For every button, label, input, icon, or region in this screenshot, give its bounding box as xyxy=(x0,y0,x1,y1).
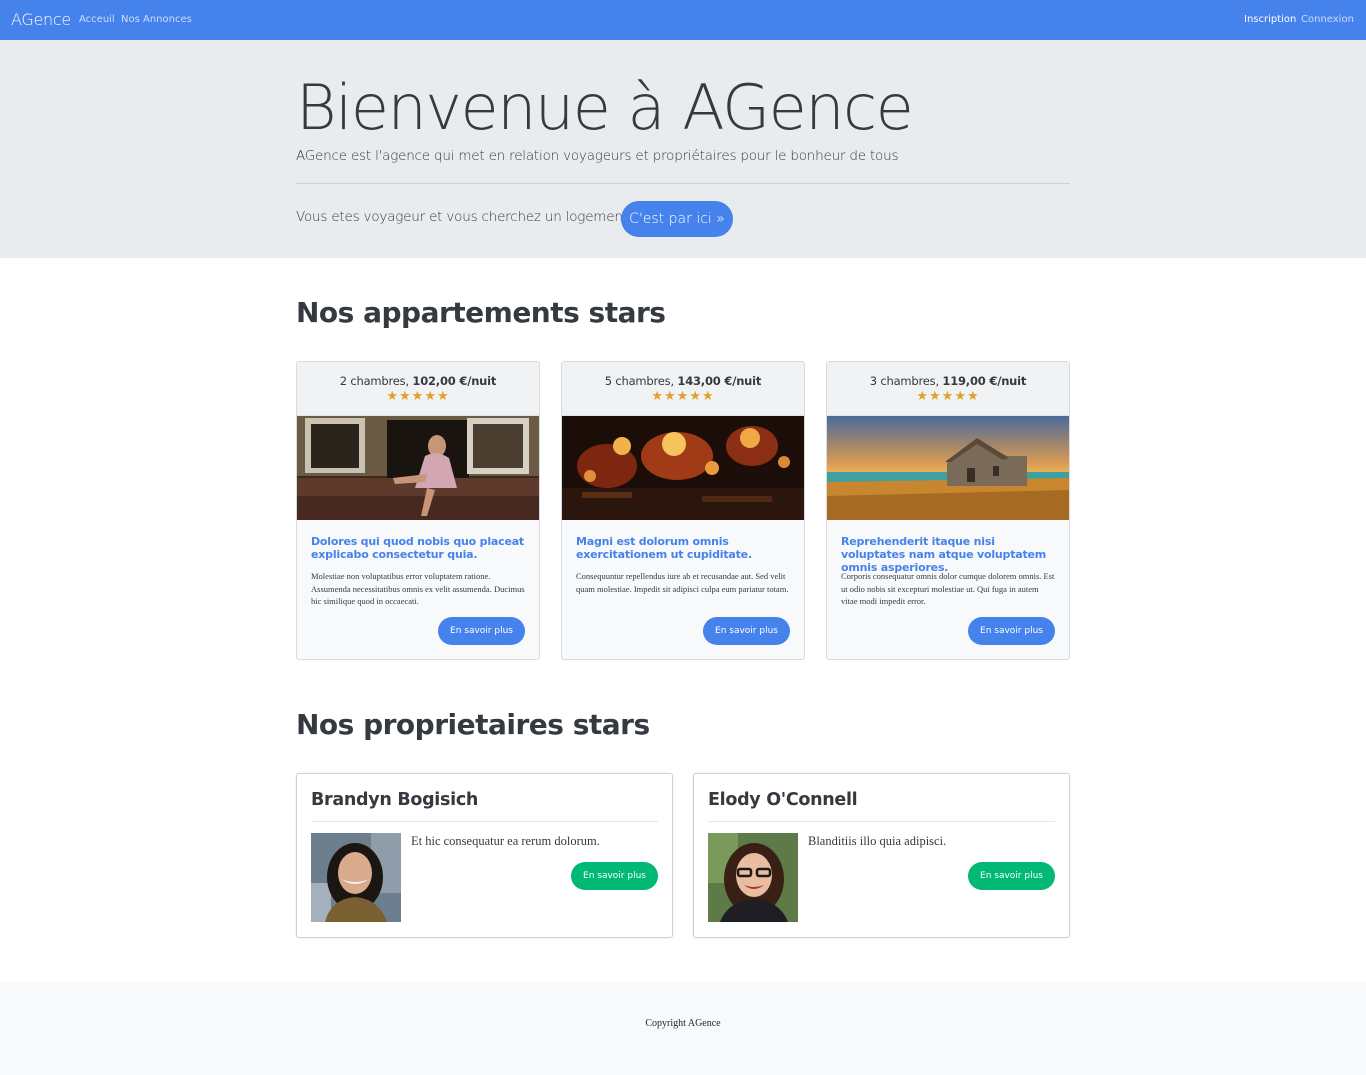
apartment-card: 5 chambres, 143,00 €/nuit ★★★★★ Magni es… xyxy=(561,361,805,660)
hero-lead: AGence est l'agence qui met en relation … xyxy=(296,148,899,164)
owner-quote: Et hic consequatur ea rerum dolorum. xyxy=(411,834,600,848)
owner-divider xyxy=(708,821,1055,822)
hero-cta-button[interactable]: C'est par ici » xyxy=(621,201,733,237)
hero-question: Vous etes voyageur et vous cherchez un l… xyxy=(296,209,635,225)
apartment-rooms: 5 chambres, xyxy=(604,374,674,388)
apartment-title-link[interactable]: Magni est dolorum omnis exercitationem u… xyxy=(576,535,792,561)
owner-more-button[interactable]: En savoir plus xyxy=(968,862,1055,890)
apartments-section-title: Nos appartements stars xyxy=(296,296,666,329)
owner-avatar xyxy=(311,833,401,922)
apartment-price: 143,00 €/nuit xyxy=(677,374,762,388)
owner-quote: Blanditiis illo quia adipisci. xyxy=(808,834,947,848)
apartment-price-line: 5 chambres, 143,00 €/nuit xyxy=(562,374,804,388)
star-rating-icon: ★★★★★ xyxy=(916,388,980,403)
apartment-price-line: 3 chambres, 119,00 €/nuit xyxy=(827,374,1069,388)
owner-avatar xyxy=(708,833,798,922)
apartment-card-header: 2 chambres, 102,00 €/nuit ★★★★★ xyxy=(297,362,539,416)
star-rating-icon: ★★★★★ xyxy=(386,388,450,403)
navbar: AGence Acceuil Nos Annonces Inscription … xyxy=(0,0,1366,40)
owners-section-title: Nos proprietaires stars xyxy=(296,708,650,741)
hero-title: Bienvenue à AGence xyxy=(296,71,914,144)
hero-jumbotron: Bienvenue à AGence AGence est l'agence q… xyxy=(0,40,1366,258)
apartment-rooms: 3 chambres, xyxy=(869,374,939,388)
apartment-price: 102,00 €/nuit xyxy=(412,374,497,388)
apartment-description: Consequuntur repellendus iure ab et recu… xyxy=(576,571,789,594)
owner-name: Elody O'Connell xyxy=(708,790,858,810)
owner-card: Brandyn Bogisich Et hic consequatur ea r… xyxy=(296,773,673,938)
apartment-price-line: 2 chambres, 102,00 €/nuit xyxy=(297,374,539,388)
apartment-card: 2 chambres, 102,00 €/nuit ★★★★★ Dolores … xyxy=(296,361,540,660)
apartment-title-link[interactable]: Dolores qui quod nobis quo placeat expli… xyxy=(311,535,527,561)
apartment-more-button[interactable]: En savoir plus xyxy=(438,617,525,645)
owner-divider xyxy=(311,821,658,822)
apartment-card: 3 chambres, 119,00 €/nuit ★★★★★ Reprehen… xyxy=(826,361,1070,660)
apartment-rooms: 2 chambres, xyxy=(339,374,409,388)
apartment-photo[interactable] xyxy=(827,416,1069,520)
apartment-description: Corporis consequatur omnis dolor cumque … xyxy=(841,571,1055,606)
apartment-photo[interactable] xyxy=(297,416,539,520)
hero-divider xyxy=(296,183,1070,184)
apartment-card-header: 5 chambres, 143,00 €/nuit ★★★★★ xyxy=(562,362,804,416)
nav-link-acceuil[interactable]: Acceuil xyxy=(79,14,115,25)
apartment-more-button[interactable]: En savoir plus xyxy=(968,617,1055,645)
brand-logo[interactable]: AGence xyxy=(11,10,71,29)
nav-link-inscription[interactable]: Inscription xyxy=(1244,14,1296,25)
owner-card: Elody O'Connell Blanditiis illo quia adi… xyxy=(693,773,1070,938)
nav-link-annonces[interactable]: Nos Annonces xyxy=(121,14,192,25)
nav-link-connexion[interactable]: Connexion xyxy=(1301,14,1354,25)
star-rating-icon: ★★★★★ xyxy=(651,388,715,403)
owner-more-button[interactable]: En savoir plus xyxy=(571,862,658,890)
apartment-price: 119,00 €/nuit xyxy=(942,374,1027,388)
apartment-more-button[interactable]: En savoir plus xyxy=(703,617,790,645)
footer: Copyright AGence xyxy=(0,982,1366,1075)
apartment-card-header: 3 chambres, 119,00 €/nuit ★★★★★ xyxy=(827,362,1069,416)
apartment-photo[interactable] xyxy=(562,416,804,520)
apartment-description: Molestiae non voluptatibus error volupta… xyxy=(311,571,525,606)
footer-copyright: Copyright AGence xyxy=(645,1018,721,1029)
apartment-title-link[interactable]: Reprehenderit itaque nisi voluptates nam… xyxy=(841,535,1057,574)
owner-name: Brandyn Bogisich xyxy=(311,790,479,810)
